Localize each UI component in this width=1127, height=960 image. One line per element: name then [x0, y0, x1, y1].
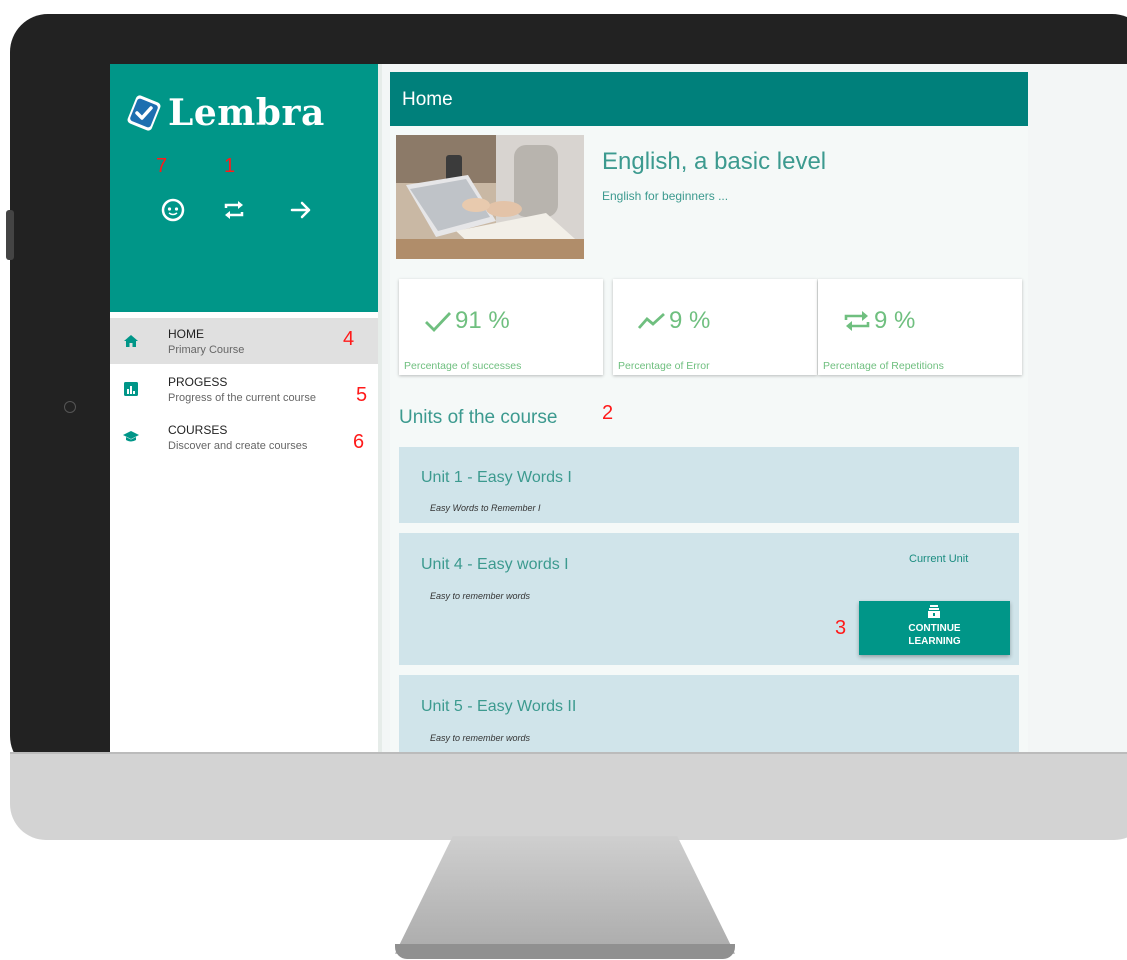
repeat-icon [844, 311, 870, 331]
unit-subtitle: Easy Words to Remember I [430, 503, 541, 513]
button-label-line1: CONTINUE [908, 623, 961, 634]
home-icon [124, 335, 138, 347]
stat-card-successes: 91 % Percentage of successes [399, 279, 603, 375]
unit-card[interactable]: Unit 1 - Easy Words I Easy Words to Reme… [399, 447, 1019, 523]
check-icon [425, 312, 452, 333]
stat-label: Percentage of Error [618, 360, 710, 372]
sidebar-item-home[interactable]: HOME Primary Course 4 [110, 318, 378, 364]
annotation-number-7: 7 [156, 155, 168, 177]
trend-icon [637, 312, 665, 329]
brand-name: Lembra [168, 92, 325, 134]
device-side-button [6, 210, 14, 260]
current-unit-badge: Current Unit [909, 553, 969, 565]
annotation-number-6: 6 [353, 431, 365, 453]
sidebar: Lembra 7 1 HOME Primary Course 4 PROGESS… [110, 64, 382, 752]
device-camera [64, 401, 76, 413]
stat-label: Percentage of Repetitions [823, 360, 944, 372]
stat-label: Percentage of successes [404, 360, 522, 372]
cards-icon [928, 605, 940, 618]
brand-logo[interactable]: Lembra [124, 92, 325, 134]
stat-value: 91 % [455, 307, 510, 334]
sidebar-item-courses[interactable]: COURSES Discover and create courses 6 [110, 414, 378, 460]
annotation-number-2: 2 [602, 402, 614, 424]
arrow-right-icon[interactable] [288, 197, 314, 223]
annotation-number-1: 1 [224, 155, 236, 177]
repeat-icon[interactable] [221, 197, 247, 223]
unit-title: Unit 4 - Easy words I [421, 556, 569, 573]
sidebar-item-title: PROGESS [168, 375, 228, 389]
unit-card-current[interactable]: Unit 4 - Easy words I Easy to remember w… [399, 533, 1019, 665]
unit-card[interactable]: Unit 5 - Easy Words II Easy to remember … [399, 675, 1019, 752]
sidebar-item-progress[interactable]: PROGESS Progress of the current course 5 [110, 366, 378, 412]
annotation-number-3: 3 [835, 617, 847, 639]
course-subtitle: English for beginners ... [602, 189, 729, 203]
lembra-logo-icon [127, 95, 161, 131]
monitor-chin [10, 752, 1127, 840]
face-icon[interactable] [160, 197, 186, 223]
continue-learning-button[interactable]: CONTINUE LEARNING [859, 601, 1010, 655]
sidebar-header: Lembra 7 1 [110, 64, 378, 312]
unit-subtitle: Easy to remember words [430, 591, 531, 601]
chart-icon [124, 382, 138, 396]
annotation-number-5: 5 [356, 384, 368, 406]
stat-value: 9 % [669, 307, 711, 334]
app-bar: Home [390, 72, 1028, 126]
stat-value: 9 % [874, 307, 916, 334]
sidebar-item-subtitle: Primary Course [168, 344, 245, 356]
main-content: Home English, a basic level English for … [390, 72, 1028, 752]
sidebar-item-title: COURSES [168, 423, 228, 437]
monitor-stand [395, 836, 735, 954]
monitor-stand-base [395, 944, 735, 959]
sidebar-item-subtitle: Discover and create courses [168, 440, 308, 452]
course-image [396, 135, 584, 259]
sidebar-item-title: HOME [168, 327, 204, 341]
unit-subtitle: Easy to remember words [430, 733, 531, 743]
button-label: CONTINUE LEARNING [859, 622, 1010, 648]
button-label-line2: LEARNING [908, 636, 961, 647]
page-title: Home [402, 89, 453, 110]
sidebar-item-subtitle: Progress of the current course [168, 392, 316, 404]
unit-title: Unit 5 - Easy Words II [421, 698, 577, 715]
app-screen: Lembra 7 1 HOME Primary Course 4 PROGESS… [110, 64, 1127, 752]
annotation-number-4: 4 [343, 328, 355, 350]
course-title: English, a basic level [602, 148, 827, 175]
stat-card-repetitions: 9 % Percentage of Repetitions [818, 279, 1022, 375]
units-section-title: Units of the course [399, 407, 558, 428]
stat-card-error: 9 % Percentage of Error [613, 279, 817, 375]
school-icon [123, 431, 139, 442]
unit-title: Unit 1 - Easy Words I [421, 469, 572, 486]
